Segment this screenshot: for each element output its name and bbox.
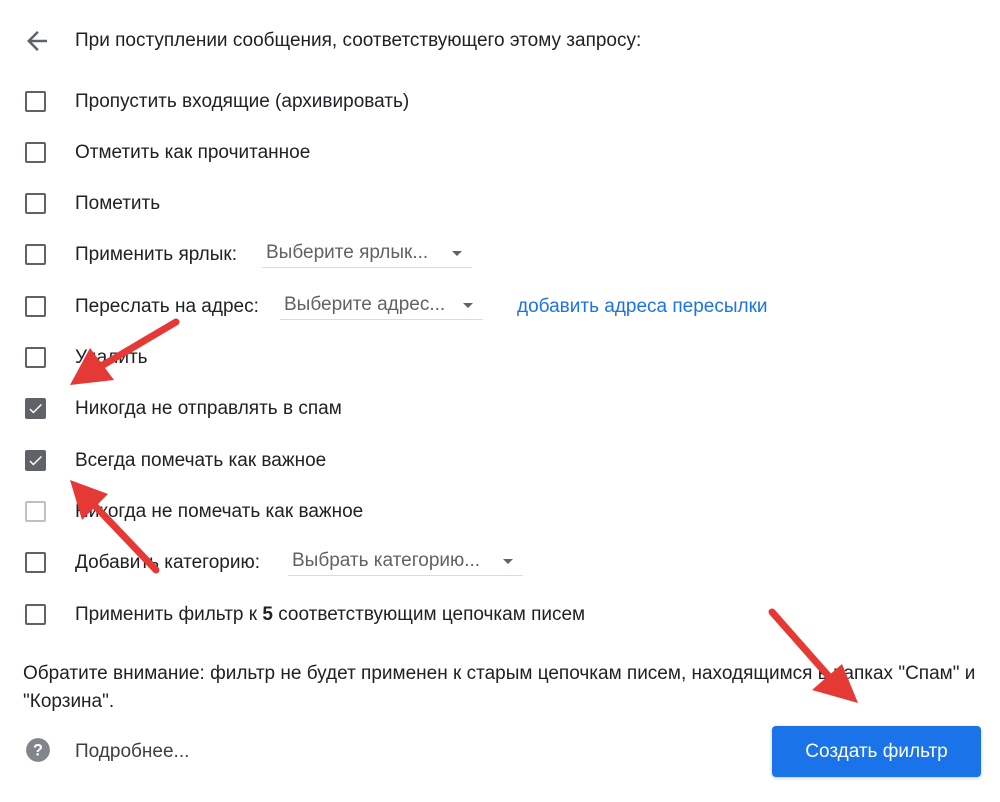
never-important-label: Никогда не помечать как важное xyxy=(75,501,364,522)
apply-to-matching-label-end: соответствующим цепочкам писем xyxy=(272,604,586,625)
skip-inbox-label: Пропустить входящие (архивировать) xyxy=(75,91,410,112)
apply-to-matching-label-start: Применить фильтр к xyxy=(75,604,263,625)
option-skip-inbox: Пропустить входящие (архивировать) xyxy=(0,83,1000,123)
add-category-checkbox[interactable] xyxy=(25,552,46,573)
checkmark-icon xyxy=(29,455,42,466)
option-forward: Переслать на адрес: Выберите адрес... до… xyxy=(0,288,1000,328)
filter-note: Обратите внимание: фильтр не будет приме… xyxy=(23,663,976,712)
checkmark-icon xyxy=(29,403,42,414)
filter-actions-header: При поступлении сообщения, соответствующ… xyxy=(0,0,1000,80)
learn-more-link[interactable]: Подробнее... xyxy=(75,740,189,764)
option-always-important: Всегда помечать как важное xyxy=(0,442,1000,482)
chevron-down-icon xyxy=(452,251,462,256)
help-icon[interactable]: ? xyxy=(25,737,51,763)
label-select-value: Выберите ярлык... xyxy=(266,242,429,263)
chevron-down-icon xyxy=(463,303,473,308)
option-star: Пометить xyxy=(0,185,1000,225)
mark-read-label: Отметить как прочитанное xyxy=(75,142,311,163)
never-spam-checkbox[interactable] xyxy=(25,398,46,419)
option-never-important: Никогда не помечать как важное xyxy=(0,493,1000,533)
header-text: При поступлении сообщения, соответствующ… xyxy=(75,30,642,51)
option-mark-read: Отметить как прочитанное xyxy=(0,134,1000,174)
create-filter-button[interactable]: Создать фильтр xyxy=(772,726,981,777)
forward-address-select[interactable]: Выберите адрес... xyxy=(280,290,483,320)
skip-inbox-checkbox[interactable] xyxy=(25,91,46,112)
forward-label: Переслать на адрес: xyxy=(75,296,259,317)
option-delete: Удалить xyxy=(0,339,1000,379)
arrow-back-icon[interactable] xyxy=(22,26,52,56)
option-apply-to-matching: Применить фильтр к 5 соответствующим цеп… xyxy=(0,596,1000,636)
star-label: Пометить xyxy=(75,193,161,214)
always-important-checkbox[interactable] xyxy=(25,450,46,471)
delete-label: Удалить xyxy=(75,347,148,368)
matching-thread-count: 5 xyxy=(262,604,273,625)
star-checkbox[interactable] xyxy=(25,193,46,214)
svg-text:?: ? xyxy=(33,741,43,759)
forward-checkbox[interactable] xyxy=(25,296,46,317)
option-apply-label: Применить ярлык: Выберите ярлык... xyxy=(0,236,1000,276)
apply-label-checkbox[interactable] xyxy=(25,244,46,265)
category-select-value: Выбрать категорию... xyxy=(292,550,481,571)
apply-label-label: Применить ярлык: xyxy=(75,244,237,265)
delete-checkbox[interactable] xyxy=(25,347,46,368)
never-important-checkbox xyxy=(25,501,46,522)
apply-to-matching-checkbox[interactable] xyxy=(25,604,46,625)
apply-to-matching-label: Применить фильтр к 5 соответствующим цеп… xyxy=(75,603,585,627)
label-select[interactable]: Выберите ярлык... xyxy=(262,238,472,268)
option-never-spam: Никогда не отправлять в спам xyxy=(0,390,1000,430)
chevron-down-icon xyxy=(503,559,513,564)
category-select[interactable]: Выбрать категорию... xyxy=(288,546,523,576)
add-forwarding-address-link[interactable]: добавить адреса пересылки xyxy=(517,295,768,319)
option-add-category: Добавить категорию: Выбрать категорию... xyxy=(0,544,1000,584)
always-important-label: Всегда помечать как важное xyxy=(75,450,327,471)
mark-read-checkbox[interactable] xyxy=(25,142,46,163)
never-spam-label: Никогда не отправлять в спам xyxy=(75,398,342,419)
forward-address-select-value: Выберите адрес... xyxy=(284,294,446,315)
add-category-label: Добавить категорию: xyxy=(75,552,260,573)
